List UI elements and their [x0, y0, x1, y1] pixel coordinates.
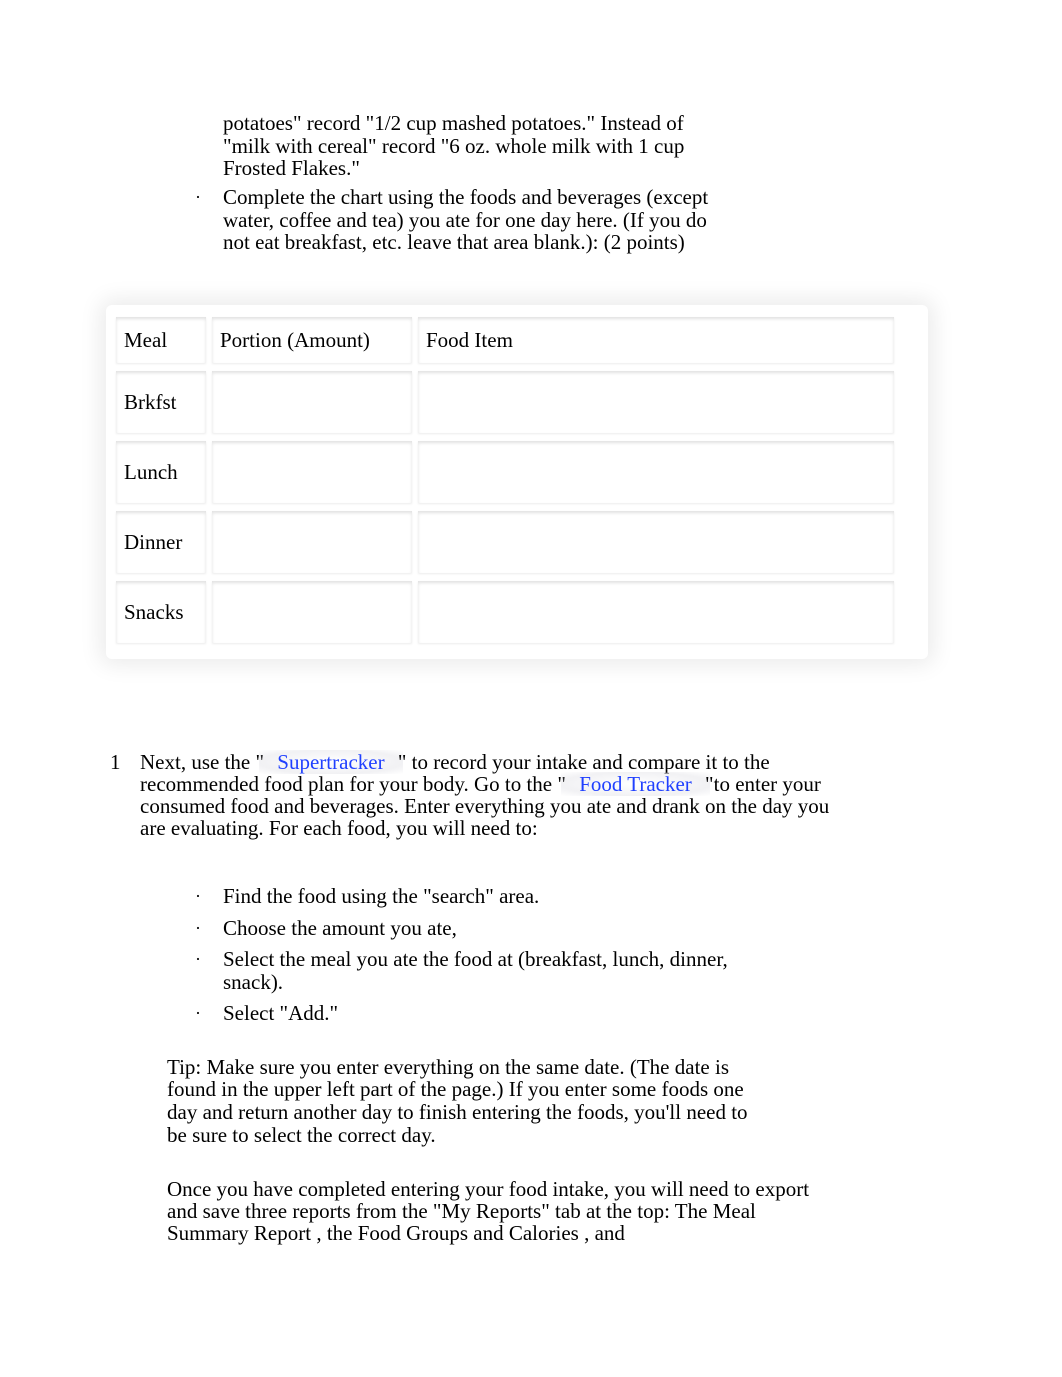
cell-meal-dinner: Dinner	[116, 511, 206, 573]
calories-report: Calories	[509, 1221, 579, 1245]
cell-meal-brkfst: Brkfst	[116, 371, 206, 433]
intro-bullet-continuation: potatoes" record "1/2 cup mashed potatoe…	[195, 112, 920, 180]
once-mid2: and	[473, 1221, 509, 1245]
table-row: Dinner	[116, 511, 894, 573]
header-portion: Portion (Amount)	[212, 317, 412, 363]
table-header-row: Meal Portion (Amount) Food Item	[116, 317, 894, 363]
bullet-marker-icon: ·	[195, 917, 223, 940]
sub-step-c: · Select the meal you ate the food at (b…	[195, 948, 920, 994]
bullet-marker-icon: ·	[195, 1002, 223, 1025]
sub-step-b: · Choose the amount you ate,	[195, 917, 920, 940]
cell-portion-snacks[interactable]	[212, 581, 412, 643]
food-chart-table: Meal Portion (Amount) Food Item Brkfst L…	[110, 309, 900, 651]
header-meal: Meal	[116, 317, 206, 363]
step1-pre-super: Next, use the "	[140, 750, 264, 774]
complete-chart-text: Complete the chart using the foods and b…	[223, 186, 920, 254]
sub-step-b-text: Choose the amount you ate,	[223, 917, 920, 940]
bullet-marker-icon: ·	[195, 885, 223, 908]
table-row: Lunch	[116, 441, 894, 503]
header-food: Food Item	[418, 317, 894, 363]
once-end: , and	[584, 1221, 625, 1245]
food-chart-table-wrap: Meal Portion (Amount) Food Item Brkfst L…	[110, 309, 920, 651]
cell-portion-lunch[interactable]	[212, 441, 412, 503]
step-1-body: Next, use the " Supertracker " to record…	[140, 751, 920, 839]
food-groups-report: Food Groups	[358, 1221, 468, 1245]
bullet-marker-icon: ·	[195, 186, 223, 254]
sub-step-c-text: Select the meal you ate the food at (bre…	[223, 948, 920, 994]
cell-food-snacks[interactable]	[418, 581, 894, 643]
table-row: Snacks	[116, 581, 894, 643]
cell-food-dinner[interactable]	[418, 511, 894, 573]
sub-step-a-text: Find the food using the "search" area.	[223, 885, 920, 908]
cell-food-lunch[interactable]	[418, 441, 894, 503]
step-1-block: 1 Next, use the " Supertracker " to reco…	[110, 751, 920, 839]
supertracker-link[interactable]: Supertracker	[259, 750, 402, 774]
prev-bullet-text: potatoes" record "1/2 cup mashed potatoe…	[223, 112, 920, 180]
sub-step-d: · Select "Add."	[195, 1002, 920, 1025]
document-body: potatoes" record "1/2 cup mashed potatoe…	[110, 112, 920, 1244]
tip-paragraph: Tip: Make sure you enter everything on t…	[167, 1056, 920, 1147]
once-paragraph: Once you have completed entering your fo…	[167, 1178, 920, 1244]
sub-step-d-text: Select "Add."	[223, 1002, 920, 1025]
cell-portion-dinner[interactable]	[212, 511, 412, 573]
table-row: Brkfst	[116, 371, 894, 433]
intro-bullet-complete: · Complete the chart using the foods and…	[195, 186, 920, 254]
once-mid1: , the	[316, 1221, 357, 1245]
bullet-marker-icon: ·	[195, 948, 223, 994]
food-tracker-link[interactable]: Food Tracker	[561, 772, 710, 796]
cell-meal-snacks: Snacks	[116, 581, 206, 643]
sub-steps-list: · Find the food using the "search" area.…	[195, 885, 920, 1025]
sub-step-a: · Find the food using the "search" area.	[195, 885, 920, 908]
cell-portion-brkfst[interactable]	[212, 371, 412, 433]
cell-meal-lunch: Lunch	[116, 441, 206, 503]
bullet-marker-empty	[195, 112, 223, 180]
step-1-marker: 1	[110, 751, 140, 839]
cell-food-brkfst[interactable]	[418, 371, 894, 433]
